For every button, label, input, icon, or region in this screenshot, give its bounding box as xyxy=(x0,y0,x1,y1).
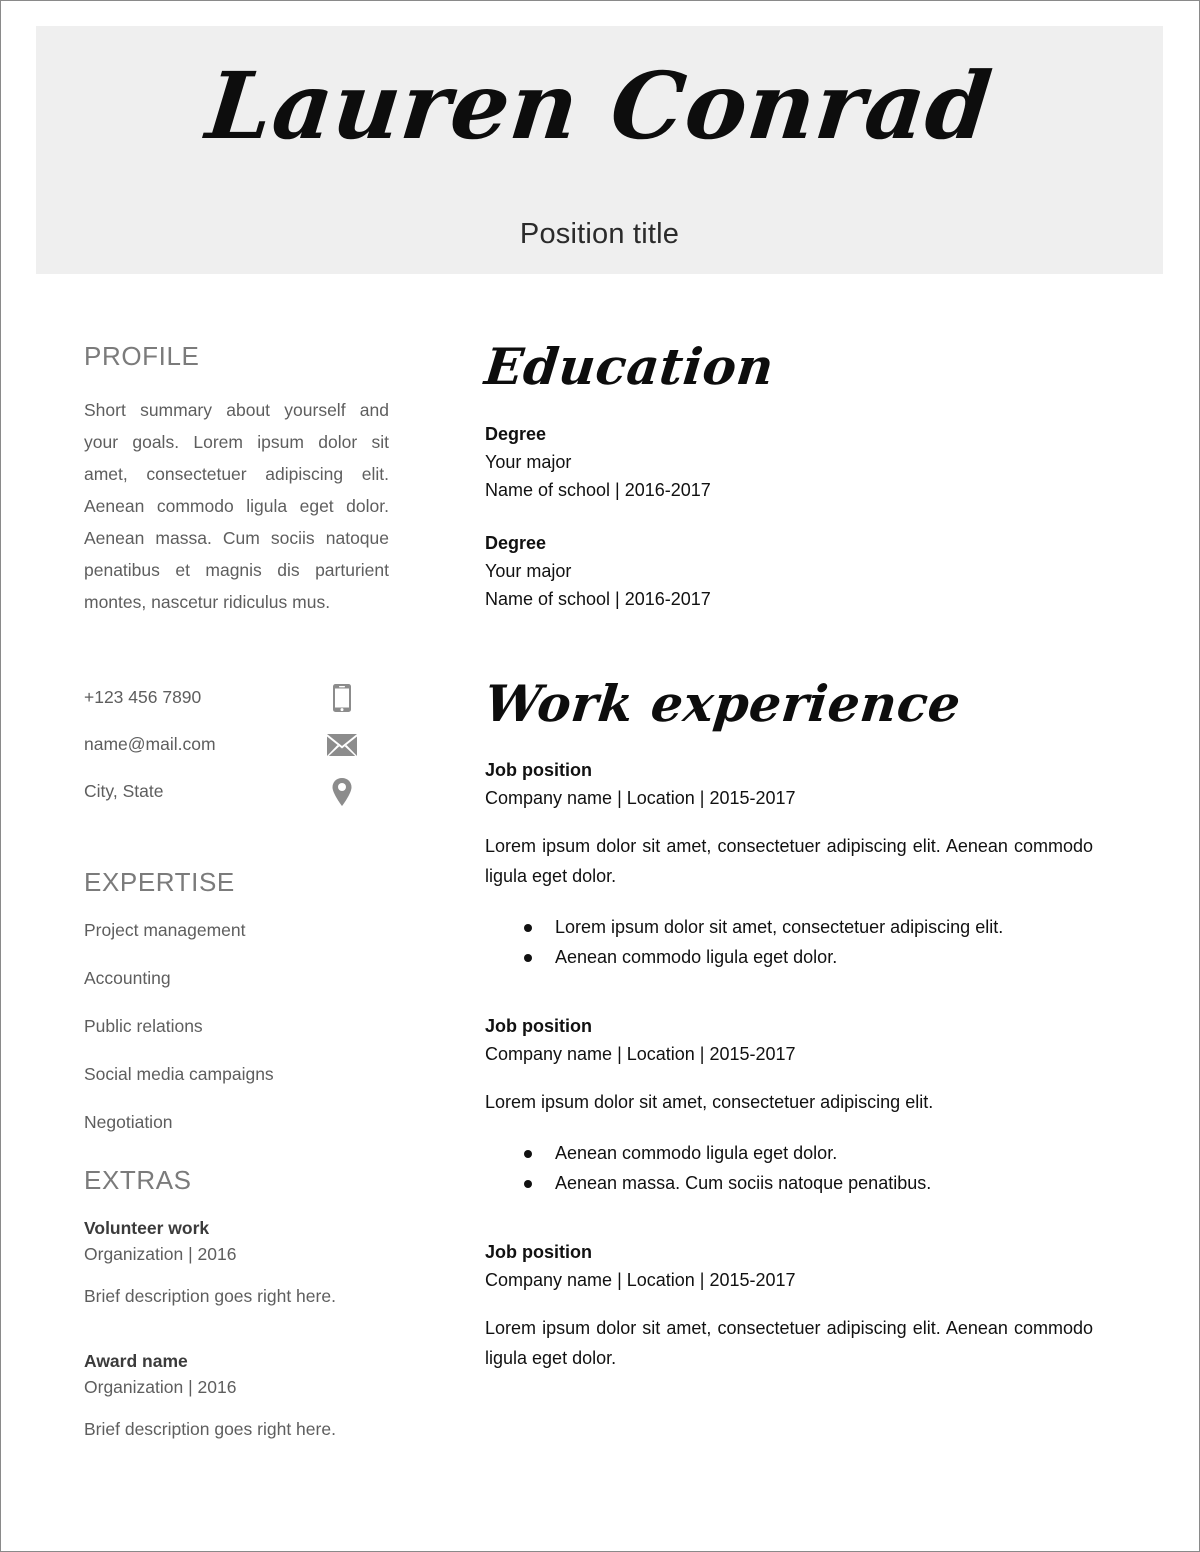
expertise-section: EXPERTISE Project management Accounting … xyxy=(84,867,389,1133)
job-meta: Company name | Location | 2015-2017 xyxy=(485,1044,796,1064)
profile-heading: PROFILE xyxy=(84,341,200,371)
job-position: Job position xyxy=(485,1242,592,1262)
sidebar: PROFILE Short summary about yourself and… xyxy=(84,341,389,1468)
job-bullet: Aenean commodo ligula eget dolor. xyxy=(485,1139,1093,1168)
candidate-name: Lauren Conrad xyxy=(201,52,998,160)
expertise-item: Project management xyxy=(84,920,246,940)
education-degree: Degree xyxy=(485,532,547,553)
job-position: Job position xyxy=(485,760,592,780)
education-entry: Degree Your major Name of school | 2016-… xyxy=(485,533,1093,610)
contact-list: +123 456 7890 name@mail.com City, State xyxy=(84,674,389,815)
expertise-heading: EXPERTISE xyxy=(84,867,235,897)
position-title: Position title xyxy=(519,218,680,250)
extras-entry: Volunteer work Organization | 2016 Brief… xyxy=(84,1218,389,1307)
extras-entry-description: Brief description goes right here. xyxy=(84,1419,336,1439)
job-meta: Company name | Location | 2015-2017 xyxy=(485,788,796,808)
education-school: Name of school | 2016-2017 xyxy=(485,588,711,609)
resume-page: Lauren Conrad Position title PROFILE Sho… xyxy=(0,0,1200,1552)
extras-entry-title: Award name xyxy=(84,1351,188,1371)
contact-item-location[interactable]: City, State xyxy=(84,768,389,815)
contact-item-email[interactable]: name@mail.com xyxy=(84,721,389,768)
job-bullet: Aenean commodo ligula eget dolor. xyxy=(485,943,1093,972)
expertise-item: Public relations xyxy=(84,1016,203,1036)
profile-summary: Short summary about yourself and your go… xyxy=(84,400,389,612)
extras-section: EXTRAS Volunteer work Organization | 201… xyxy=(84,1165,389,1440)
extras-heading: EXTRAS xyxy=(84,1165,192,1195)
job-bullet: Lorem ipsum dolor sit amet, consectetuer… xyxy=(485,913,1093,942)
extras-entry-org: Organization | 2016 xyxy=(84,1244,237,1264)
job-entry: Job position Company name | Location | 2… xyxy=(485,1242,1093,1373)
extras-entry-description: Brief description goes right here. xyxy=(84,1286,336,1306)
job-entry: Job position Company name | Location | 2… xyxy=(485,760,1093,972)
education-major: Your major xyxy=(485,560,572,581)
job-bullet-list: Lorem ipsum dolor sit amet, consectetuer… xyxy=(485,913,1093,972)
phone-icon xyxy=(327,681,357,715)
contact-location-value: City, State xyxy=(84,781,164,801)
map-pin-icon xyxy=(327,775,357,809)
job-bullet: Aenean massa. Cum sociis natoque penatib… xyxy=(485,1169,1093,1198)
extras-entry-title: Volunteer work xyxy=(84,1218,210,1238)
job-description: Lorem ipsum dolor sit amet, consectetuer… xyxy=(485,1318,1093,1368)
education-heading: Education xyxy=(481,337,777,396)
main-column: Education Degree Your major Name of scho… xyxy=(481,337,1093,1417)
header-band: Lauren Conrad Position title xyxy=(36,26,1163,274)
extras-entry-org: Organization | 2016 xyxy=(84,1377,237,1397)
contact-phone-value: +123 456 7890 xyxy=(84,687,202,707)
job-bullet-list: Aenean commodo ligula eget dolor. Aenean… xyxy=(485,1139,1093,1198)
contact-email-value: name@mail.com xyxy=(84,734,216,754)
education-degree: Degree xyxy=(485,423,547,444)
job-description: Lorem ipsum dolor sit amet, consectetuer… xyxy=(485,836,1093,886)
contact-item-phone[interactable]: +123 456 7890 xyxy=(84,674,389,721)
job-position: Job position xyxy=(485,1016,592,1036)
education-entry: Degree Your major Name of school | 2016-… xyxy=(485,424,1093,501)
job-entry: Job position Company name | Location | 2… xyxy=(485,1016,1093,1198)
work-experience-heading: Work experience xyxy=(481,673,964,733)
job-meta: Company name | Location | 2015-2017 xyxy=(485,1270,796,1290)
expertise-item: Social media campaigns xyxy=(84,1064,274,1084)
education-major: Your major xyxy=(485,451,572,472)
expertise-item: Accounting xyxy=(84,968,171,988)
expertise-item: Negotiation xyxy=(84,1112,173,1132)
extras-entry: Award name Organization | 2016 Brief des… xyxy=(84,1351,389,1440)
job-description: Lorem ipsum dolor sit amet, consectetuer… xyxy=(485,1092,934,1112)
envelope-icon xyxy=(327,728,357,762)
education-school: Name of school | 2016-2017 xyxy=(485,479,711,500)
